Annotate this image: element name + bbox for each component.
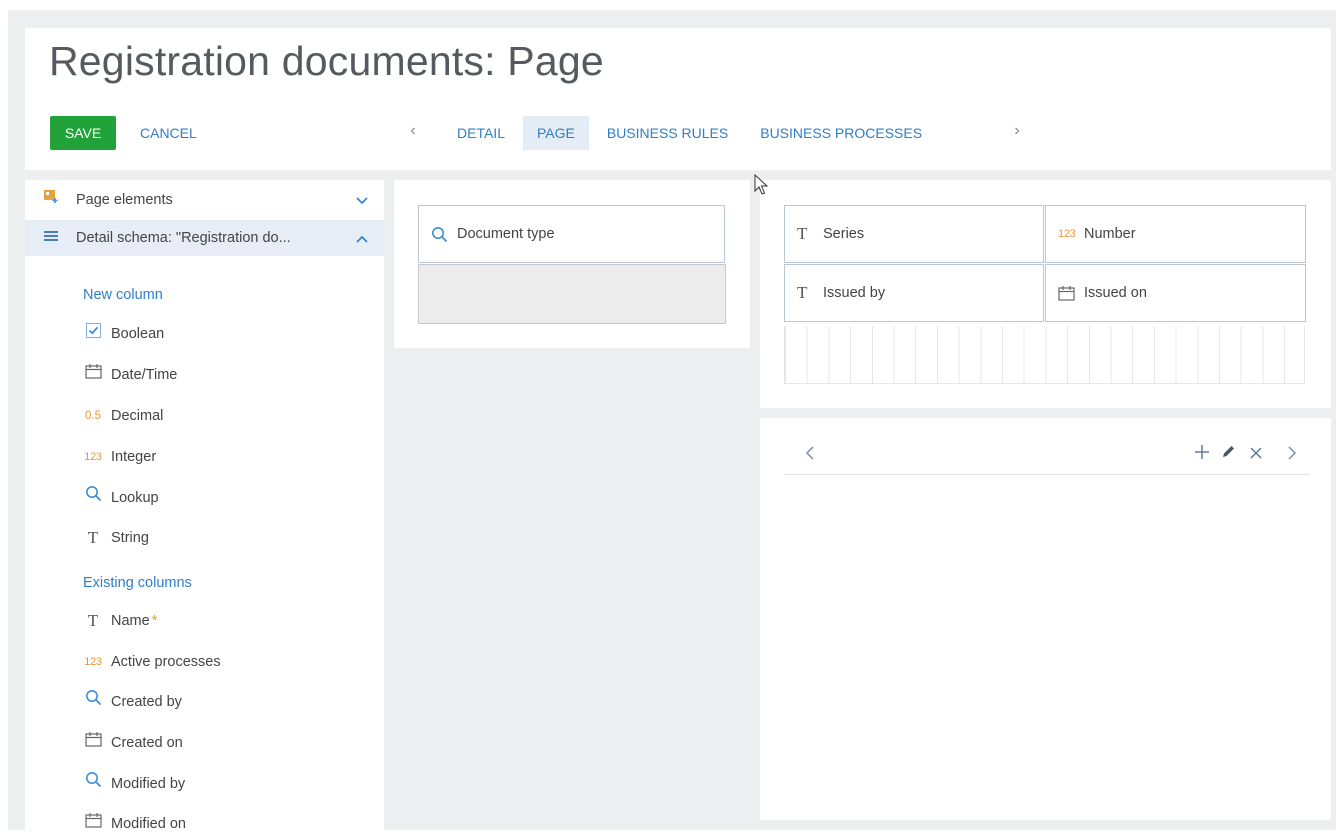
existing-column-created-by[interactable]: Created by xyxy=(83,688,182,716)
page-title: Registration documents: Page xyxy=(49,38,604,84)
detail-schema-label: Detail schema: "Registration do... xyxy=(76,230,291,246)
number-field-label: Number xyxy=(1084,226,1136,242)
new-column-decimal[interactable]: 0.5 Decimal xyxy=(83,402,163,430)
existing-column-created-on[interactable]: Created on xyxy=(83,729,183,757)
new-column-lookup[interactable]: Lookup xyxy=(83,484,159,512)
new-column-integer-label: Integer xyxy=(111,449,157,466)
edit-icon[interactable] xyxy=(1216,442,1240,466)
empty-drop-slot[interactable] xyxy=(418,264,726,324)
page-elements-header[interactable]: Page elements xyxy=(25,182,384,218)
text-icon: T xyxy=(87,528,99,548)
save-button[interactable]: SAVE xyxy=(50,116,116,150)
add-icon[interactable] xyxy=(1190,442,1214,466)
next-icon[interactable] xyxy=(1280,442,1304,466)
chevron-up-icon xyxy=(356,220,368,256)
issued-on-field-label: Issued on xyxy=(1084,285,1147,301)
issued-on-field[interactable]: Issued on xyxy=(1045,264,1306,322)
new-column-lookup-label: Lookup xyxy=(111,490,159,507)
existing-column-modified-on-label: Modified on xyxy=(111,816,186,830)
existing-column-modified-on[interactable]: Modified on xyxy=(83,810,186,830)
checkbox-icon xyxy=(83,320,103,348)
text-icon: T xyxy=(87,611,99,631)
new-column-datetime-label: Date/Time xyxy=(111,367,178,384)
page-header: Registration documents: Page SAVE CANCEL… xyxy=(25,28,1331,170)
new-column-boolean-label: Boolean xyxy=(111,326,165,343)
required-mark: * xyxy=(151,613,158,629)
integer-icon: 123 xyxy=(84,656,102,669)
page-frame: Registration documents: Page SAVE CANCEL… xyxy=(8,10,1336,830)
chevron-down-icon xyxy=(356,182,368,218)
tab-business-processes[interactable]: BUSINESS PROCESSES xyxy=(746,116,936,150)
tabs-scroll-right-icon[interactable]: › xyxy=(1007,116,1027,150)
close-icon[interactable] xyxy=(1244,442,1268,466)
cancel-button[interactable]: CANCEL xyxy=(140,116,197,150)
detail-schema-header[interactable]: Detail schema: "Registration do... xyxy=(25,220,384,256)
tab-page[interactable]: PAGE xyxy=(522,116,589,150)
existing-column-created-by-label: Created by xyxy=(111,694,182,711)
designer-tabs: DETAIL PAGE BUSINESS RULES BUSINESS PROC… xyxy=(443,116,940,150)
detail-toolbar xyxy=(784,436,1310,475)
list-icon xyxy=(42,220,60,256)
elements-sidebar: Page elements Detail schema: "Registrati… xyxy=(25,180,384,830)
search-icon xyxy=(83,484,103,512)
series-field-label: Series xyxy=(823,226,865,242)
text-icon: T xyxy=(797,283,808,302)
existing-column-created-on-label: Created on xyxy=(111,735,183,752)
search-icon xyxy=(431,206,448,262)
existing-column-active-processes[interactable]: 123 Active processes xyxy=(83,648,221,676)
search-icon xyxy=(83,688,103,716)
text-icon: T xyxy=(797,224,808,243)
decimal-icon: 0.5 xyxy=(85,410,101,423)
series-field[interactable]: T Series xyxy=(784,205,1044,263)
new-column-decimal-label: Decimal xyxy=(111,408,164,425)
calendar-icon xyxy=(83,810,103,830)
existing-column-modified-by[interactable]: Modified by xyxy=(83,770,185,798)
document-type-field[interactable]: Document type xyxy=(418,205,725,263)
new-column-string-label: String xyxy=(111,530,149,547)
new-column-integer[interactable]: 123 Integer xyxy=(83,443,156,471)
new-column-boolean[interactable]: Boolean xyxy=(83,320,164,348)
document-type-card: Document type xyxy=(394,180,750,348)
existing-column-active-processes-label: Active processes xyxy=(111,654,221,671)
page-elements-label: Page elements xyxy=(76,192,173,208)
search-icon xyxy=(83,770,103,798)
detail-card xyxy=(760,418,1331,820)
mouse-cursor-icon xyxy=(754,173,770,201)
new-column-heading: New column xyxy=(83,287,163,303)
empty-grid-area[interactable] xyxy=(784,326,1305,384)
integer-icon: 123 xyxy=(1058,228,1076,240)
calendar-icon xyxy=(1058,265,1075,321)
page-elements-icon xyxy=(42,182,60,218)
calendar-icon xyxy=(83,729,103,757)
issued-by-field[interactable]: T Issued by xyxy=(784,264,1044,322)
new-column-datetime[interactable]: Date/Time xyxy=(83,361,177,389)
new-column-string[interactable]: T String xyxy=(83,524,149,552)
integer-icon: 123 xyxy=(84,451,102,464)
tab-detail[interactable]: DETAIL xyxy=(443,116,519,150)
existing-column-name[interactable]: T Name * xyxy=(83,607,158,635)
previous-icon[interactable] xyxy=(798,442,822,466)
issued-by-field-label: Issued by xyxy=(823,285,886,301)
existing-column-modified-by-label: Modified by xyxy=(111,776,186,793)
tab-business-rules[interactable]: BUSINESS RULES xyxy=(593,116,742,150)
tabs-scroll-left-icon[interactable]: ‹ xyxy=(403,116,423,150)
calendar-icon xyxy=(83,361,103,389)
number-field[interactable]: 123 Number xyxy=(1045,205,1306,263)
existing-column-name-label: Name xyxy=(111,613,150,630)
document-type-label: Document type xyxy=(457,226,555,242)
existing-columns-heading: Existing columns xyxy=(83,575,192,591)
fields-card: T Series 123 Number T Issued by Issued o… xyxy=(760,180,1331,408)
